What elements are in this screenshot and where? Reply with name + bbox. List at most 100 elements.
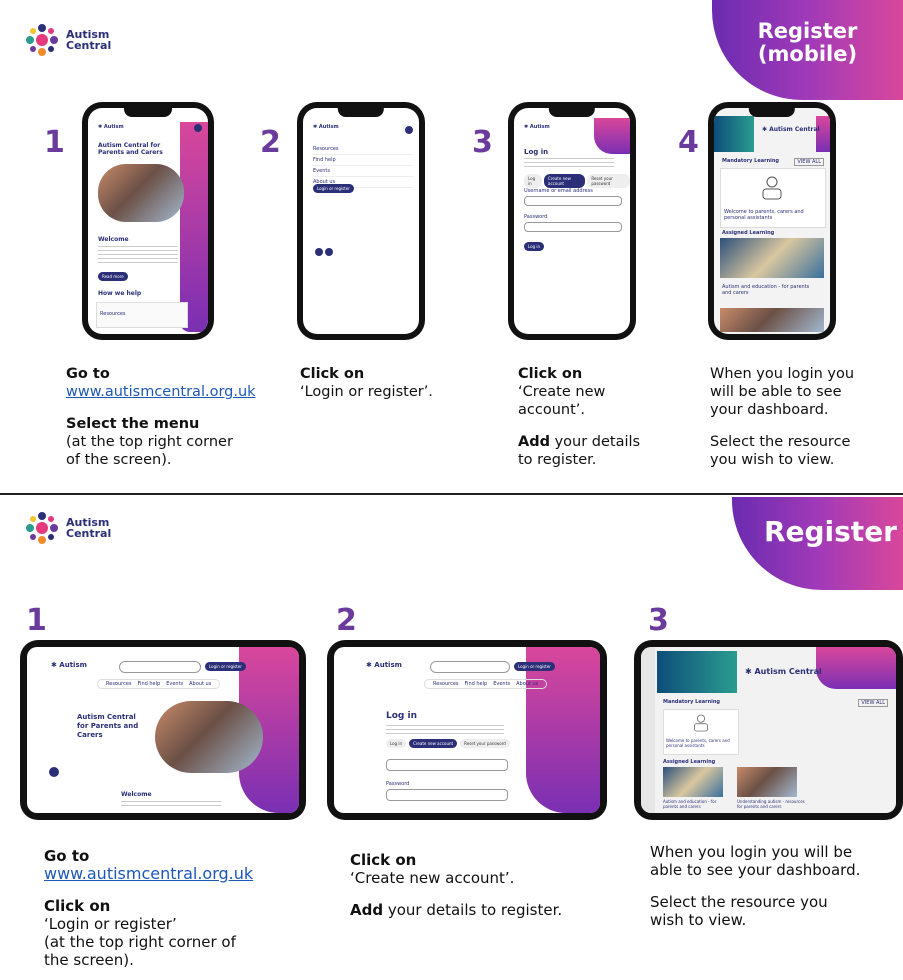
phone-hero-title: Autism Central for Parents and Carers: [98, 142, 163, 156]
nav-resources[interactable]: Resources: [433, 681, 459, 687]
tablet-screenshot-login: ✱ Autism Login or register Resources Fin…: [327, 640, 607, 820]
learner-icon: [762, 176, 782, 200]
mandatory-learning-heading: Mandatory Learning: [722, 158, 779, 164]
dashboard-header-graphic: [657, 651, 737, 693]
mandatory-learning-card[interactable]: Welcome to parents, carers and personal …: [720, 168, 826, 228]
register-desktop-banner: Register: [732, 497, 903, 590]
caption-heading: Click on: [44, 897, 111, 915]
login-intro-text: [524, 158, 614, 170]
password-label: Password: [524, 214, 548, 220]
password-field[interactable]: [386, 789, 508, 801]
caption-text: When you login you: [710, 366, 855, 382]
dashboard-sidebar: [641, 647, 655, 813]
step-number: 3: [472, 125, 493, 160]
caption-bold: Add: [518, 434, 550, 450]
welcome-text: [98, 246, 178, 266]
phone-screenshot-homepage: ✱ Autism Autism Central for Parents and …: [82, 102, 214, 340]
step-2-caption: Click on ‘Login or register’.: [300, 365, 490, 401]
mandatory-learning-card[interactable]: Welcome to parents, carers and personal …: [663, 709, 739, 755]
tab-log-in[interactable]: Log in: [524, 174, 543, 188]
assigned-card-title-2: Understanding autism - resources for par…: [737, 799, 805, 809]
tab-reset-password[interactable]: Reset your password: [587, 174, 630, 188]
tablet-screenshot-homepage: ✱ Autism Login or register Resources Fin…: [20, 640, 306, 820]
menu-icon[interactable]: [194, 124, 202, 132]
learner-icon: [694, 714, 708, 732]
social-icon[interactable]: [315, 248, 323, 256]
resources-card[interactable]: Resources: [96, 302, 188, 328]
banner-subtitle: (mobile): [757, 42, 858, 66]
assigned-card-photo-2: [720, 308, 824, 332]
mini-logo: ✱ Autism: [51, 661, 87, 669]
login-or-register-button[interactable]: Login or register: [313, 184, 354, 193]
step-1-caption: Go to www.autismcentral.org.uk Select th…: [66, 365, 266, 469]
caption-text: your details: [549, 434, 641, 450]
mandatory-learning-heading: Mandatory Learning: [663, 699, 720, 705]
hero-title-line2: for Parents and: [77, 722, 139, 730]
how-we-help-heading: How we help: [98, 290, 142, 297]
username-field[interactable]: [524, 196, 622, 206]
step-number: 1: [44, 125, 65, 160]
login-or-register-button[interactable]: Login or register: [205, 662, 246, 671]
mini-logo: ✱ Autism: [524, 124, 550, 130]
read-more-button[interactable]: Read more: [98, 272, 128, 281]
social-icon[interactable]: [325, 248, 333, 256]
assigned-card-photo: [720, 238, 824, 278]
mobile-menu: Resources Find help Events About us: [313, 144, 413, 188]
caption-text: ‘Login or register’: [44, 915, 177, 933]
search-field[interactable]: [119, 661, 201, 673]
caption-heading: Click on: [350, 851, 417, 869]
autism-central-link[interactable]: www.autismcentral.org.uk: [44, 865, 304, 883]
login-heading: Log in: [524, 148, 549, 156]
phone-screenshot-dashboard: ✱ Autism Central Mandatory Learning VIEW…: [708, 102, 836, 340]
caption-text: you wish to view.: [710, 452, 835, 468]
password-field[interactable]: [524, 222, 622, 232]
mini-logo: ✱ Autism Central: [762, 126, 820, 133]
caption-text: of the screen).: [66, 452, 172, 468]
nav-events[interactable]: Events: [166, 681, 183, 687]
login-tabs: Log in Create new account Reset your pas…: [524, 174, 630, 188]
menu-close-icon[interactable]: [405, 126, 413, 134]
view-all-button[interactable]: VIEW ALL: [794, 158, 824, 166]
username-field[interactable]: [386, 759, 508, 771]
menu-item-resources[interactable]: Resources: [313, 144, 413, 155]
tab-log-in[interactable]: Log in: [386, 739, 407, 748]
caption-text: Select the resource: [710, 434, 851, 450]
menu-item-events[interactable]: Events: [313, 166, 413, 177]
login-intro-text: [386, 725, 504, 735]
nav-find-help[interactable]: Find help: [465, 681, 488, 687]
autism-central-link[interactable]: www.autismcentral.org.uk: [66, 383, 266, 401]
tablet-screenshot-dashboard: ✱ Autism Central Mandatory Learning VIEW…: [634, 640, 903, 820]
phone-screenshot-menu: ✱ Autism Resources Find help Events Abou…: [297, 102, 425, 340]
caption-text: the screen).: [44, 951, 134, 969]
nav-about-us[interactable]: About us: [516, 681, 538, 687]
phone-screenshot-login: ✱ Autism Log in Log in Create new accoun…: [508, 102, 636, 340]
chat-icon[interactable]: [49, 767, 59, 777]
nav-events[interactable]: Events: [493, 681, 510, 687]
username-label: Username or email address: [524, 188, 593, 194]
caption-text: will be able to see: [710, 384, 842, 400]
caption-text: ‘Login or register’.: [300, 384, 433, 400]
hero-title-line3: Carers: [77, 731, 103, 739]
search-field[interactable]: [430, 661, 510, 673]
autism-central-logo-icon: [26, 512, 58, 544]
login-or-register-button[interactable]: Login or register: [514, 662, 555, 671]
banner-title: Register: [763, 515, 897, 548]
hero-title-line1: Autism Central for: [98, 142, 161, 149]
password-label: Password: [386, 781, 410, 787]
autism-central-logo-icon: [26, 24, 58, 56]
hero-title-line2: Parents and Carers: [98, 149, 163, 156]
desktop-step-3-caption: When you login you will be able to see y…: [650, 843, 900, 929]
view-all-button[interactable]: VIEW ALL: [858, 699, 888, 707]
assigned-card-photo-2: [737, 767, 797, 797]
tab-create-new-account[interactable]: Create new account: [409, 739, 458, 748]
tab-create-new-account[interactable]: Create new account: [544, 174, 586, 188]
step-number: 4: [678, 125, 699, 160]
nav-find-help[interactable]: Find help: [138, 681, 161, 687]
login-submit-button[interactable]: Log in: [524, 242, 545, 251]
nav-about-us[interactable]: About us: [189, 681, 211, 687]
desktop-step-2-caption: Click on ‘Create new account’. Add your …: [350, 851, 620, 919]
hero-title: Autism Central for Parents and Carers: [77, 713, 138, 740]
menu-item-find-help[interactable]: Find help: [313, 155, 413, 166]
nav-resources[interactable]: Resources: [106, 681, 132, 687]
tab-reset-password[interactable]: Reset your password: [460, 739, 510, 748]
